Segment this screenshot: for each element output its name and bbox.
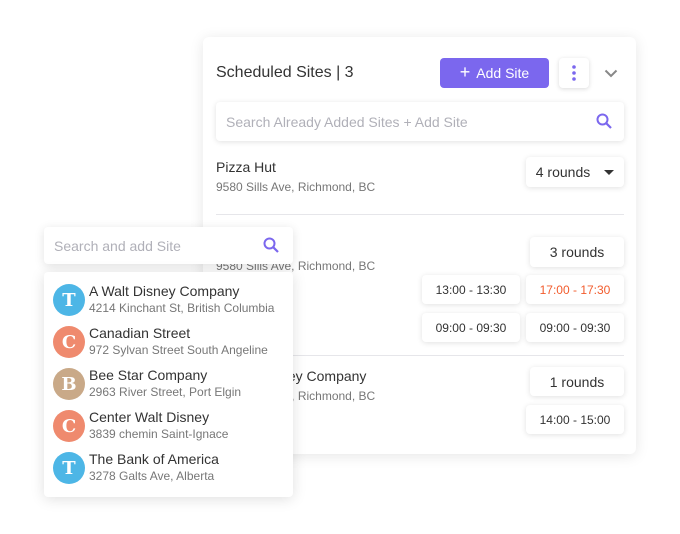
collapse-toggle[interactable] bbox=[601, 63, 621, 83]
time-slot[interactable]: 09:00 - 09:30 bbox=[422, 313, 520, 342]
result-item[interactable]: T The Bank of America 3278 Galts Ave, Al… bbox=[44, 448, 293, 490]
search-icon bbox=[596, 113, 612, 129]
result-address: 3278 Galts Ave, Alberta bbox=[89, 469, 215, 483]
avatar: B bbox=[53, 368, 85, 400]
result-name: Canadian Street bbox=[89, 325, 191, 341]
time-slot-active[interactable]: 17:00 - 17:30 bbox=[526, 275, 624, 304]
result-name: The Bank of America bbox=[89, 451, 219, 467]
rounds-badge[interactable]: 1 rounds bbox=[530, 367, 624, 396]
result-address: 3839 chemin Saint-Ignace bbox=[89, 427, 229, 441]
result-address: 4214 Kinchant St, British Columbia bbox=[89, 301, 275, 315]
result-item[interactable]: T A Walt Disney Company 4214 Kinchant St… bbox=[44, 280, 293, 322]
add-site-label: Add Site bbox=[476, 65, 530, 81]
rounds-dropdown[interactable]: 4 rounds bbox=[526, 157, 624, 187]
result-name: Center Walt Disney bbox=[89, 409, 210, 425]
time-slot[interactable]: 13:00 - 13:30 bbox=[422, 275, 520, 304]
caret-down-icon bbox=[604, 169, 615, 175]
more-options-button[interactable] bbox=[559, 58, 589, 88]
search-placeholder: Search Already Added Sites + Add Site bbox=[226, 114, 468, 130]
result-item[interactable]: C Canadian Street 972 Sylvan Street Sout… bbox=[44, 322, 293, 364]
plus-icon: + bbox=[459, 62, 471, 82]
time-slot[interactable]: 14:00 - 15:00 bbox=[526, 405, 624, 434]
add-site-search[interactable]: Search and add Site bbox=[44, 227, 293, 264]
chevron-down-icon bbox=[604, 69, 618, 77]
panel-title: Scheduled Sites | 3 bbox=[216, 64, 354, 81]
rounds-value: 4 rounds bbox=[535, 164, 591, 180]
result-name: Bee Star Company bbox=[89, 367, 208, 383]
avatar: T bbox=[53, 452, 85, 484]
result-item[interactable]: C Center Walt Disney 3839 chemin Saint-I… bbox=[44, 406, 293, 448]
site-name: Pizza Hut bbox=[216, 159, 276, 175]
avatar: T bbox=[53, 284, 85, 316]
kebab-menu-icon bbox=[572, 65, 576, 81]
result-item[interactable]: B Bee Star Company 2963 River Street, Po… bbox=[44, 364, 293, 406]
time-slot[interactable]: 09:00 - 09:30 bbox=[526, 313, 624, 342]
result-address: 2963 River Street, Port Elgin bbox=[89, 385, 242, 399]
site-address: 9580 Sills Ave, Richmond, BC bbox=[216, 180, 376, 194]
avatar: C bbox=[53, 326, 85, 358]
add-site-button[interactable]: + Add Site bbox=[440, 58, 549, 88]
divider bbox=[216, 214, 624, 215]
site-search-input[interactable]: Search Already Added Sites + Add Site bbox=[216, 102, 624, 141]
search-icon bbox=[263, 237, 279, 253]
rounds-badge[interactable]: 3 rounds bbox=[530, 237, 624, 267]
site-search-results: T A Walt Disney Company 4214 Kinchant St… bbox=[44, 272, 293, 497]
result-name: A Walt Disney Company bbox=[89, 283, 240, 299]
search-placeholder: Search and add Site bbox=[54, 238, 181, 254]
result-address: 972 Sylvan Street South Angeline bbox=[89, 343, 268, 357]
rounds-value: 1 rounds bbox=[549, 373, 605, 390]
avatar: C bbox=[53, 410, 85, 442]
rounds-value: 3 rounds bbox=[549, 244, 605, 260]
